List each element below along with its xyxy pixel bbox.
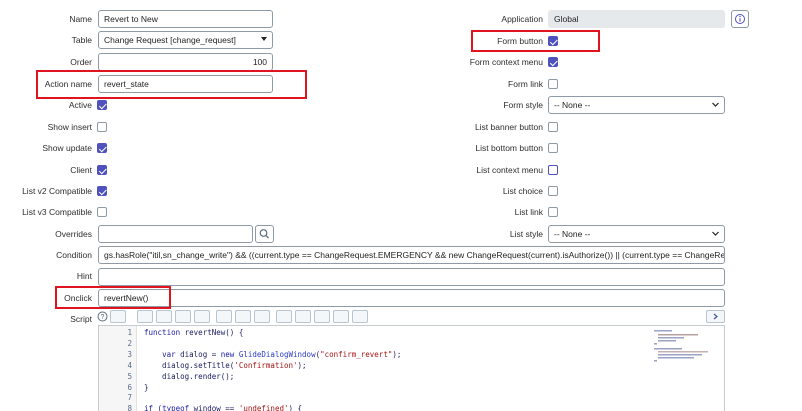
toggle-down-button[interactable] [235, 310, 251, 323]
line-number: 1 [127, 328, 132, 337]
list-style-label: List style [509, 229, 543, 239]
line-number: 5 [127, 371, 132, 381]
search-icon [259, 229, 269, 239]
show-insert-checkbox[interactable] [97, 122, 107, 132]
expand-editor-button[interactable] [706, 310, 725, 323]
list-choice-label: List choice [502, 186, 543, 196]
form-button-checkbox[interactable] [548, 36, 558, 46]
table-select-value: Change Request [change_request] [104, 35, 236, 45]
application-field: Global [548, 10, 725, 28]
list-banner-button-label: List banner button [474, 122, 543, 132]
order-field[interactable]: 100 [98, 53, 273, 71]
list-style-select[interactable]: -- None -- [548, 225, 725, 243]
form-style-label: Form style [503, 100, 543, 110]
code-line[interactable]: function revertNew() { [144, 327, 243, 338]
replace-all-button[interactable] [194, 310, 210, 323]
line-number: 8 [127, 404, 132, 411]
code-line[interactable]: } [144, 382, 149, 393]
list-v3-checkbox[interactable] [97, 207, 107, 217]
caret-down-icon [261, 37, 267, 41]
hint-field[interactable] [98, 268, 725, 286]
linter-button[interactable] [295, 310, 311, 323]
hint-label: Hint [76, 271, 92, 281]
script-label: Script [70, 314, 92, 324]
order-label: Order [70, 57, 92, 67]
list-context-menu-checkbox[interactable] [548, 165, 558, 175]
script-macro-button[interactable] [110, 310, 126, 323]
list-v3-label: List v3 Compatible [22, 207, 92, 217]
name-label: Name [69, 14, 92, 24]
svg-text:?: ? [101, 314, 105, 321]
info-icon [735, 14, 745, 24]
form-style-select[interactable]: -- None -- [548, 96, 725, 114]
list-v2-checkbox[interactable] [97, 186, 107, 196]
settings-button[interactable] [352, 310, 368, 323]
code-line[interactable]: dialog.setTitle('Confirmation'); [144, 360, 307, 371]
edit-button[interactable] [276, 310, 292, 323]
form-link-label: Form link [508, 79, 543, 89]
table-label: Table [71, 35, 92, 45]
line-number: 2 [127, 338, 132, 348]
comment-button[interactable] [137, 310, 153, 323]
line-number: 6 [127, 382, 132, 392]
active-checkbox[interactable] [97, 100, 107, 110]
list-bottom-button-label: List bottom button [475, 143, 543, 153]
form-style-value: -- None -- [554, 100, 591, 110]
form-context-menu-checkbox[interactable] [548, 57, 558, 67]
table-select[interactable]: Change Request [change_request] [98, 31, 273, 49]
chevron-right-icon [713, 313, 718, 320]
condition-label: Condition [56, 250, 92, 260]
client-checkbox[interactable] [97, 165, 107, 175]
overrides-lookup-button[interactable] [255, 225, 274, 243]
list-link-label: List link [514, 207, 543, 217]
form-button-label: Form button [497, 36, 543, 46]
application-label: Application [501, 14, 543, 24]
onclick-field[interactable]: revertNew() [98, 289, 725, 307]
condition-field[interactable]: gs.hasRole("itil,sn_change_write") && ((… [98, 246, 725, 264]
show-update-checkbox[interactable] [97, 143, 107, 153]
script-editor[interactable]: 1 function revertNew() { 2 3 var dialog = n… [98, 325, 725, 411]
active-label: Active [68, 100, 92, 110]
list-bottom-button-checkbox[interactable] [548, 143, 558, 153]
help-icon[interactable]: ? [97, 311, 108, 322]
action-name-field[interactable]: revert_state [98, 75, 273, 93]
list-v2-label: List v2 Compatible [22, 186, 92, 196]
line-number: 4 [127, 360, 132, 370]
line-number: 3 [127, 349, 132, 359]
onclick-label: Onclick [64, 293, 92, 303]
action-name-label: Action name [44, 79, 92, 89]
code-line[interactable]: if (typeof window == 'undefined') { [144, 403, 302, 411]
replace-button[interactable] [175, 310, 191, 323]
save-button[interactable] [314, 310, 330, 323]
code-line[interactable]: dialog.render(); [144, 371, 234, 382]
format-button[interactable] [156, 310, 172, 323]
list-context-menu-label: List context menu [476, 165, 543, 175]
list-choice-checkbox[interactable] [548, 186, 558, 196]
name-field[interactable]: Revert to New [98, 10, 273, 28]
debug-button[interactable] [333, 310, 349, 323]
list-link-checkbox[interactable] [548, 207, 558, 217]
line-number: 7 [127, 393, 132, 403]
form-context-menu-label: Form context menu [469, 57, 543, 67]
toggle-up-button[interactable] [254, 310, 270, 323]
chevron-down-icon [712, 231, 719, 236]
show-insert-label: Show insert [47, 122, 92, 132]
code-line[interactable]: var dialog = new GlideDialogWindow("conf… [144, 349, 401, 360]
show-update-label: Show update [42, 143, 92, 153]
search-code-button[interactable] [216, 310, 232, 323]
list-style-value: -- None -- [554, 229, 591, 239]
overrides-label: Overrides [55, 229, 92, 239]
form-link-checkbox[interactable] [548, 79, 558, 89]
client-label: Client [70, 165, 92, 175]
code-minimap [654, 330, 708, 362]
list-banner-button-checkbox[interactable] [548, 122, 558, 132]
overrides-field[interactable] [98, 225, 253, 243]
chevron-down-icon [712, 102, 719, 107]
application-info-button[interactable] [731, 10, 749, 28]
